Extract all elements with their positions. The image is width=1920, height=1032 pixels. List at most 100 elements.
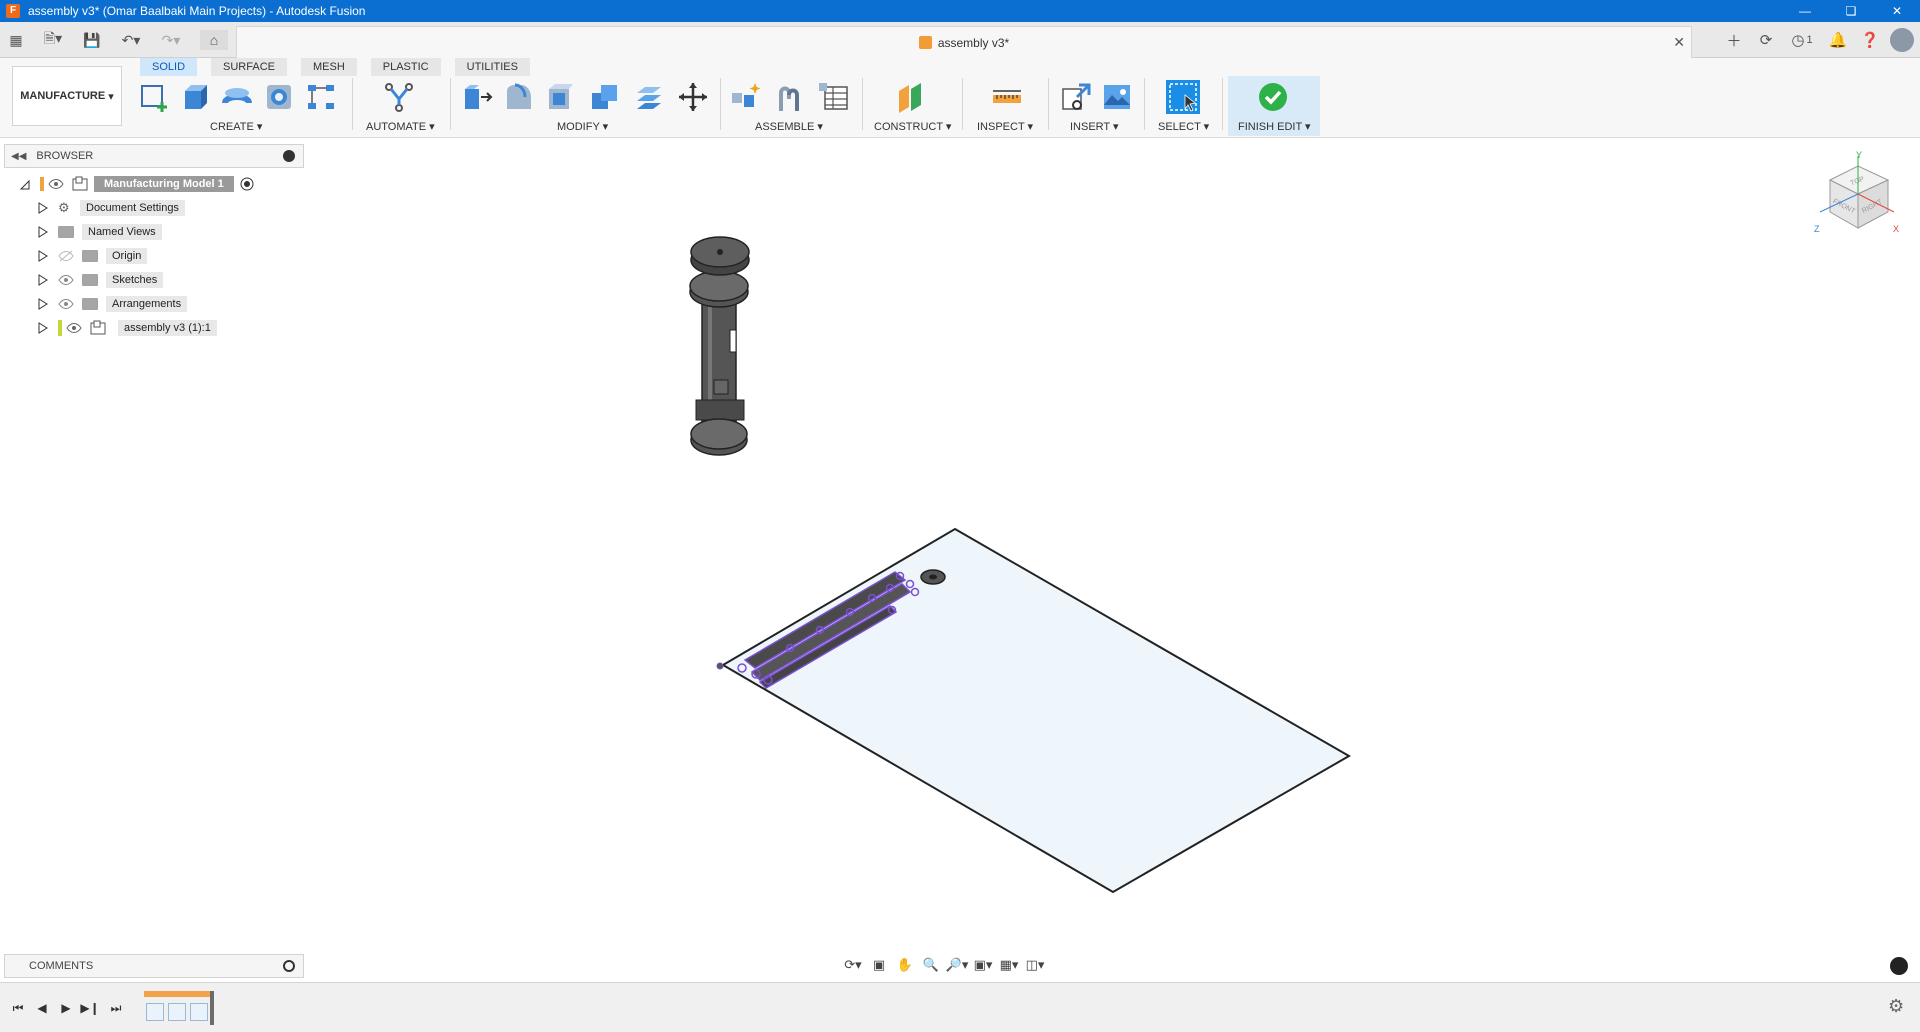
assembly-column-model[interactable] xyxy=(689,236,750,456)
viewport-canvas[interactable] xyxy=(0,138,1920,982)
tab-utilities[interactable]: UTILITIES xyxy=(454,58,530,76)
create-sketch-button[interactable] xyxy=(136,80,170,114)
browser-item-arrangements[interactable]: Arrangements xyxy=(38,294,188,314)
timeline-feature-sketch[interactable] xyxy=(146,1003,164,1021)
document-tab[interactable]: assembly v3* ✕ xyxy=(236,26,1692,58)
insert-derive-button[interactable] xyxy=(1058,80,1092,114)
save-icon[interactable]: 💾 xyxy=(82,30,102,50)
browser-item-named-views[interactable]: Named Views xyxy=(38,222,162,242)
measure-button[interactable] xyxy=(990,80,1024,114)
grid-settings-icon[interactable]: ▦▾ xyxy=(996,955,1022,975)
add-comment-icon[interactable] xyxy=(283,960,295,972)
close-tab-icon[interactable]: ✕ xyxy=(1673,34,1685,51)
combine-button[interactable] xyxy=(588,80,622,114)
timeline-feature-sketch-2[interactable] xyxy=(190,1003,208,1021)
collapsed-triangle-icon[interactable] xyxy=(38,250,48,262)
move-copy-button[interactable] xyxy=(676,80,710,114)
select-menu[interactable]: SELECT ▾ xyxy=(1158,120,1209,133)
visibility-eye-icon[interactable] xyxy=(48,178,64,190)
collapsed-triangle-icon[interactable] xyxy=(38,274,48,286)
tab-surface[interactable]: SURFACE xyxy=(211,58,287,76)
browser-item-sketches[interactable]: Sketches xyxy=(38,270,164,290)
user-avatar[interactable] xyxy=(1890,28,1914,52)
workspace-switcher[interactable]: MANUFACTURE ▾ xyxy=(12,66,122,126)
visibility-eye-icon[interactable] xyxy=(66,322,82,334)
panel-minimize-icon[interactable] xyxy=(283,150,295,162)
select-button[interactable] xyxy=(1166,80,1200,114)
shell-button[interactable] xyxy=(544,80,578,114)
restore-icon[interactable]: ❏ xyxy=(1828,0,1874,22)
go-to-start-icon[interactable]: ⏮ xyxy=(8,999,28,1017)
data-panel-grid-icon[interactable]: ▦ xyxy=(6,30,26,50)
collapsed-triangle-icon[interactable] xyxy=(38,226,48,238)
insert-canvas-button[interactable] xyxy=(1100,80,1134,114)
extrude-button[interactable] xyxy=(178,80,212,114)
undo-icon[interactable]: ↶▾ xyxy=(116,30,146,50)
assemble-menu[interactable]: ASSEMBLE ▾ xyxy=(755,120,823,133)
redo-icon[interactable]: ↷▾ xyxy=(156,30,186,50)
display-settings-icon[interactable]: ▣▾ xyxy=(970,955,996,975)
viewcube[interactable]: TOP FRONT RIGHT Y Z X xyxy=(1810,150,1900,250)
browser-root-node[interactable]: Manufacturing Model 1 xyxy=(20,174,254,194)
close-icon[interactable]: ✕ xyxy=(1874,0,1920,22)
tab-solid[interactable]: SOLID xyxy=(140,58,198,76)
browser-panel-header[interactable]: ◀◀ BROWSER xyxy=(4,144,304,168)
collapsed-triangle-icon[interactable] xyxy=(38,298,48,310)
hole-button[interactable] xyxy=(262,80,296,114)
revolve-button[interactable] xyxy=(220,80,254,114)
tab-plastic[interactable]: PLASTIC xyxy=(370,58,441,76)
automate-menu[interactable]: AUTOMATE ▾ xyxy=(366,120,435,133)
new-tab-plus-icon[interactable]: ＋ xyxy=(1718,26,1750,54)
help-icon[interactable]: ❓ xyxy=(1854,26,1886,54)
timeline-settings-gear-icon[interactable]: ⚙ xyxy=(1888,996,1908,1016)
modify-menu[interactable]: MODIFY ▾ xyxy=(557,120,608,133)
offset-face-button[interactable] xyxy=(632,80,666,114)
construct-menu[interactable]: CONSTRUCT ▾ xyxy=(874,120,951,133)
hidden-eye-icon[interactable] xyxy=(58,250,74,262)
finish-edit-menu[interactable]: FINISH EDIT ▾ xyxy=(1238,120,1311,133)
look-at-icon[interactable]: ▣ xyxy=(866,955,892,975)
pattern-button[interactable] xyxy=(304,80,338,114)
new-component-button[interactable] xyxy=(728,80,762,114)
stock-sheet[interactable] xyxy=(721,527,1352,894)
pan-hand-icon[interactable]: ✋ xyxy=(892,955,918,975)
appearance-toggle-icon[interactable] xyxy=(1890,957,1908,975)
timeline-marker[interactable] xyxy=(210,991,214,1025)
browser-item-assembly-component[interactable]: assembly v3 (1):1 xyxy=(38,318,217,338)
insert-menu[interactable]: INSERT ▾ xyxy=(1070,120,1119,133)
visibility-eye-icon[interactable] xyxy=(58,274,74,286)
job-status-icon[interactable]: ◷ 1 xyxy=(1782,26,1822,54)
inspect-menu[interactable]: INSPECT ▾ xyxy=(977,120,1033,133)
fit-window-icon[interactable]: 🔎▾ xyxy=(944,955,970,975)
notifications-bell-icon[interactable]: 🔔 xyxy=(1822,26,1854,54)
viewports-icon[interactable]: ◫▾ xyxy=(1022,955,1048,975)
home-icon[interactable]: ⌂ xyxy=(200,30,228,50)
collapsed-triangle-icon[interactable] xyxy=(38,202,48,214)
offset-plane-button[interactable] xyxy=(894,80,928,114)
go-to-end-icon[interactable]: ⏭ xyxy=(106,999,126,1017)
fillet-button[interactable] xyxy=(502,80,536,114)
orbit-icon[interactable]: ⟳▾ xyxy=(840,955,866,975)
press-pull-button[interactable] xyxy=(460,80,494,114)
joint-button[interactable] xyxy=(772,80,806,114)
finish-edit-button[interactable] xyxy=(1256,80,1290,114)
play-icon[interactable]: ▶ xyxy=(56,999,76,1017)
timeline-feature-arrange[interactable] xyxy=(168,1003,186,1021)
automate-button[interactable] xyxy=(382,80,416,114)
activate-radio-icon[interactable] xyxy=(240,177,254,191)
step-forward-icon[interactable]: ▶❙ xyxy=(80,999,100,1017)
tab-mesh[interactable]: MESH xyxy=(300,58,357,76)
expanded-triangle-icon[interactable] xyxy=(20,178,30,190)
extensions-icon[interactable]: ⟳ xyxy=(1750,26,1782,54)
timeline-track[interactable] xyxy=(144,991,214,1025)
minimize-icon[interactable]: — xyxy=(1782,0,1828,22)
browser-item-document-settings[interactable]: ⚙ Document Settings xyxy=(38,198,185,218)
visibility-eye-icon[interactable] xyxy=(58,298,74,310)
bill-of-materials-button[interactable] xyxy=(816,80,850,114)
zoom-icon[interactable]: 🔍 xyxy=(918,955,944,975)
file-menu-icon[interactable]: 🗎▾ xyxy=(36,30,70,50)
create-menu[interactable]: CREATE ▾ xyxy=(210,120,262,133)
comments-panel-header[interactable]: COMMENTS xyxy=(4,954,304,978)
collapsed-triangle-icon[interactable] xyxy=(38,322,48,334)
collapse-panel-icon[interactable]: ◀◀ xyxy=(11,151,26,162)
